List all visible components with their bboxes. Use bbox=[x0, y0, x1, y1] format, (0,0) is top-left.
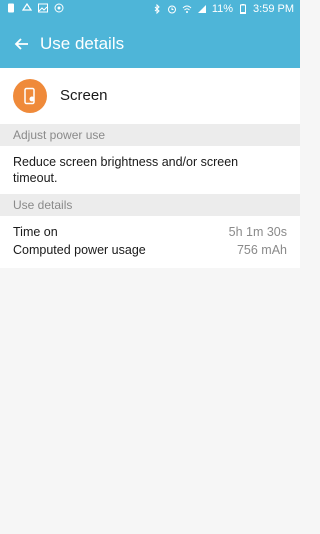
app-name: Screen bbox=[60, 87, 108, 104]
adjust-power-item[interactable]: Reduce screen brightness and/or screen t… bbox=[0, 146, 300, 194]
section-header-use-details-label: Use details bbox=[13, 198, 73, 212]
alarm-icon bbox=[167, 5, 176, 14]
phone-screen-icon bbox=[24, 87, 35, 105]
section-header-use-details: Use details bbox=[0, 194, 300, 216]
detail-value: 756 mAh bbox=[236, 243, 287, 257]
clock: 3:59 PM bbox=[253, 3, 294, 15]
app-bar: Use details bbox=[0, 20, 300, 68]
app-notification-icon bbox=[54, 3, 64, 13]
back-button[interactable] bbox=[10, 32, 34, 56]
bluetooth-icon bbox=[154, 4, 160, 14]
battery-icon bbox=[240, 4, 247, 14]
section-header-adjust-label: Adjust power use bbox=[13, 128, 106, 142]
gallery-icon bbox=[38, 3, 48, 13]
screen-app-icon bbox=[13, 79, 47, 113]
detail-value: 5h 1m 30s bbox=[228, 225, 287, 239]
section-header-adjust: Adjust power use bbox=[0, 124, 300, 146]
signal-icon bbox=[197, 5, 206, 13]
page-title: Use details bbox=[40, 34, 125, 53]
sim-icon bbox=[8, 3, 14, 13]
use-details-list: Time on 5h 1m 30s Computed power usage 7… bbox=[0, 216, 300, 268]
adjust-power-text: Reduce screen brightness and/or screen t… bbox=[13, 155, 239, 185]
app-header-row: Screen bbox=[0, 68, 300, 124]
back-arrow-icon bbox=[14, 38, 28, 50]
status-bar: 11% 3:59 PM bbox=[0, 0, 300, 20]
battery-percent: 11% bbox=[211, 3, 234, 15]
detail-label: Time on bbox=[13, 225, 58, 239]
empty-area bbox=[0, 268, 300, 534]
wifi-icon bbox=[182, 5, 192, 13]
detail-label: Computed power usage bbox=[13, 243, 146, 257]
notification-icon bbox=[22, 3, 32, 11]
